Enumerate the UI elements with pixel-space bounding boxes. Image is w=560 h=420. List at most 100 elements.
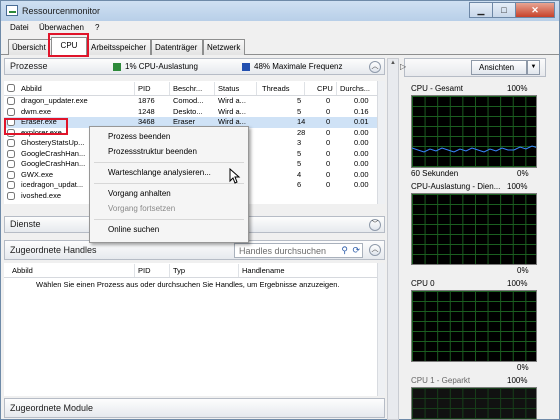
handles-header[interactable]: Zugeordnete Handles Handles durchsuchen … (4, 240, 385, 260)
process-threads: 5 (297, 159, 302, 168)
select-all-checkbox[interactable] (7, 84, 15, 92)
graph-max-cpu1: 100% (507, 376, 528, 385)
process-threads: 5 (297, 148, 302, 158)
processes-title: Prozesse (10, 61, 48, 71)
max-freq-swatch (242, 63, 250, 71)
menu-item-suspend[interactable]: Vorgang anhalten (108, 189, 171, 198)
menu-item-analyze-wait-chain[interactable]: Warteschlange analysieren... (108, 168, 211, 177)
process-name: icedragon_updat... (21, 180, 84, 189)
row-checkbox[interactable] (7, 97, 15, 105)
max-freq-label: 48% Maximale Frequenz (254, 62, 343, 71)
resource-monitor-window: Ressourcenmonitor ▁ □ ✕ Datei Überwachen… (0, 0, 560, 420)
row-checkbox[interactable] (7, 128, 15, 137)
table-row[interactable]: dragon_updater.exe 1876 Comod... Wird a... 5… (4, 96, 378, 107)
handles-search-input[interactable]: Handles durchsuchen ⚲ ⟳ (234, 243, 363, 258)
row-checkbox[interactable] (7, 107, 15, 116)
tab-memory[interactable]: Arbeitsspeicher (87, 39, 151, 55)
process-name: GhosteryStatsUp... (21, 138, 85, 147)
process-name: dwm.exe (21, 106, 52, 116)
title-bar: Ressourcenmonitor ▁ □ ✕ (1, 1, 559, 21)
search-icon[interactable]: ⚲ (341, 245, 348, 256)
col-durchschnitt[interactable]: Durchs... (340, 84, 370, 93)
col-cpu[interactable]: CPU (317, 84, 333, 93)
panel-expand-icon[interactable]: ▷ (400, 62, 406, 71)
row-checkbox[interactable] (7, 139, 15, 147)
handles-col-pid[interactable]: PID (138, 266, 151, 275)
col-abbild[interactable]: Abbild (21, 84, 42, 93)
menu-item-resume[interactable]: Vorgang fortsetzen (108, 204, 175, 213)
refresh-icon[interactable]: ⟳ (352, 245, 360, 256)
handles-col-handlename[interactable]: Handlename (242, 266, 285, 275)
process-cpu: 0 (326, 148, 331, 158)
process-name: GoogleCrashHan... (21, 148, 86, 158)
minimize-button[interactable]: ▁ (469, 2, 492, 18)
expand-services-icon[interactable]: ﹀ (369, 219, 381, 231)
process-name: GWX.exe (21, 169, 54, 179)
process-avg-cpu: 0.16 (354, 106, 369, 116)
col-threads[interactable]: Threads (262, 84, 290, 93)
menu-item-end-process[interactable]: Prozess beenden (108, 132, 170, 141)
tab-network[interactable]: Netzwerk (203, 39, 245, 55)
col-status[interactable]: Status (218, 84, 239, 93)
table-row[interactable]: dwm.exe 1248 Deskto... Wird a... 5 0 0.16 (4, 107, 378, 118)
processes-header[interactable]: Prozesse 1% CPU-Auslastung 48% Maximale … (4, 58, 385, 75)
graph-max-service-cpu: 100% (507, 182, 528, 191)
views-button[interactable]: Ansichten (471, 60, 527, 75)
row-checkbox[interactable] (7, 181, 15, 189)
process-avg-cpu: 0.00 (354, 96, 369, 105)
modules-header[interactable]: Zugeordnete Module (4, 398, 385, 418)
row-checkbox[interactable] (7, 160, 15, 168)
process-avg-cpu: 0.00 (354, 159, 369, 168)
process-pid: 3468 (138, 117, 155, 126)
handles-search-placeholder: Handles durchsuchen (239, 246, 327, 256)
handles-col-typ[interactable]: Typ (173, 266, 185, 275)
menu-datei[interactable]: Datei (10, 23, 29, 32)
process-status: Wird a... (218, 106, 246, 116)
modules-title: Zugeordnete Module (10, 403, 94, 413)
handles-title: Zugeordnete Handles (10, 245, 97, 255)
process-name: ivoshed.exe (21, 190, 62, 200)
graph-footer-seconds: 60 Sekunden (411, 169, 459, 178)
tab-bar: Übersicht CPU Arbeitsspeicher Datenträge… (1, 36, 559, 56)
handles-table-header: Abbild PID Typ Handlename (4, 263, 378, 278)
views-dropdown-icon[interactable]: ▼ (527, 60, 540, 75)
scroll-up-icon[interactable]: ▲ (389, 60, 397, 68)
cpu-usage-swatch (113, 63, 121, 71)
handles-col-abbild[interactable]: Abbild (12, 266, 33, 275)
app-icon (6, 5, 18, 16)
processes-scrollbar[interactable] (377, 81, 385, 204)
menu-item-end-process-tree[interactable]: Prozessstruktur beenden (108, 147, 197, 156)
graph-title-cpu1: CPU 1 - Geparkt (411, 376, 471, 385)
menu-help[interactable]: ? (95, 23, 99, 32)
menu-ueberwachen[interactable]: Überwachen (39, 23, 84, 32)
handles-table-body: Wählen Sie einen Prozess aus oder durchs… (4, 278, 378, 396)
row-checkbox[interactable] (7, 191, 15, 200)
tab-disk[interactable]: Datenträger (151, 39, 203, 55)
process-cpu: 0 (326, 169, 331, 179)
process-threads: 4 (297, 169, 302, 179)
processes-table-header: Abbild PID Beschr... Status Threads CPU … (4, 81, 378, 96)
tab-overview[interactable]: Übersicht (8, 39, 52, 55)
main-scrollbar[interactable]: ▲ (387, 58, 399, 420)
row-checkbox[interactable] (7, 118, 15, 126)
collapse-processes-icon[interactable]: ︿ (369, 61, 381, 73)
process-threads: 6 (297, 180, 302, 189)
process-pid: 1876 (138, 96, 155, 105)
col-pid[interactable]: PID (138, 84, 151, 93)
row-checkbox[interactable] (7, 149, 15, 158)
process-name: GoogleCrashHan... (21, 159, 86, 168)
menu-item-search-online[interactable]: Online suchen (108, 225, 159, 234)
process-avg-cpu: 0.00 (354, 169, 369, 179)
process-cpu: 0 (326, 106, 331, 116)
process-status: Wird a... (218, 117, 246, 126)
graph-cpu1 (411, 387, 537, 420)
handles-scrollbar[interactable] (377, 263, 385, 396)
row-checkbox[interactable] (7, 170, 15, 179)
maximize-button[interactable]: □ (492, 2, 515, 18)
process-threads: 5 (297, 106, 302, 116)
close-button[interactable]: ✕ (515, 2, 555, 18)
col-beschreibung[interactable]: Beschr... (173, 84, 202, 93)
collapse-handles-icon[interactable]: ︿ (369, 244, 381, 256)
window-title: Ressourcenmonitor (22, 6, 101, 16)
tab-cpu[interactable]: CPU (51, 37, 87, 56)
